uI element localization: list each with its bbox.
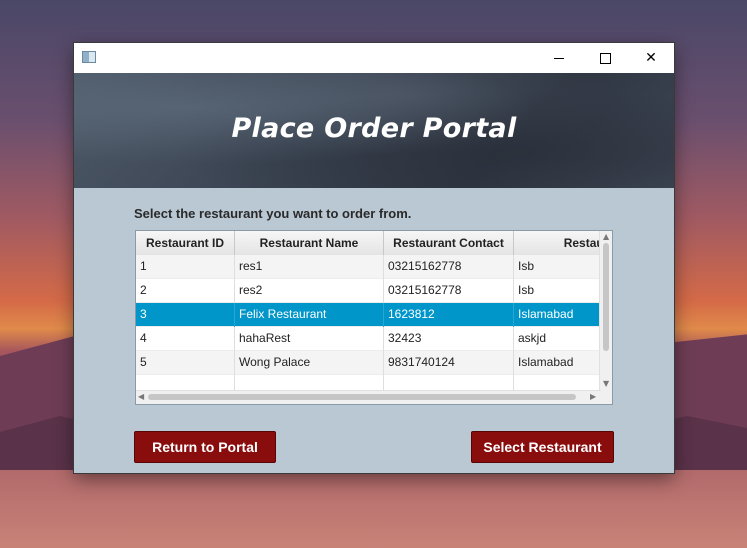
cell-address: askjd bbox=[514, 327, 601, 351]
scroll-down-icon[interactable]: ▼ bbox=[603, 379, 609, 389]
cell-empty bbox=[514, 375, 601, 391]
app-window: ✕ Place Order Portal Select the restaura… bbox=[74, 43, 674, 473]
cell-contact: 9831740124 bbox=[384, 351, 514, 375]
select-restaurant-button[interactable]: Select Restaurant bbox=[471, 431, 614, 463]
title-bar[interactable]: ✕ bbox=[74, 43, 674, 73]
cell-name: res1 bbox=[235, 255, 384, 279]
cell-contact: 03215162778 bbox=[384, 255, 514, 279]
cell-id: 3 bbox=[136, 303, 235, 327]
table-row[interactable]: 1 res1 03215162778 Isb bbox=[136, 255, 601, 279]
column-header-contact[interactable]: Restaurant Contact bbox=[384, 231, 514, 255]
cell-name: Felix Restaurant bbox=[235, 303, 384, 327]
cell-name: Wong Palace bbox=[235, 351, 384, 375]
scroll-up-icon[interactable]: ▲ bbox=[603, 232, 609, 242]
cell-contact: 32423 bbox=[384, 327, 514, 351]
cell-empty bbox=[136, 375, 235, 391]
scrollbar-corner bbox=[600, 391, 612, 404]
table-row[interactable]: 2 res2 03215162778 Isb bbox=[136, 279, 601, 303]
instruction-label: Select the restaurant you want to order … bbox=[134, 206, 412, 221]
maximize-button[interactable] bbox=[582, 43, 628, 73]
cell-address: Isb bbox=[514, 279, 601, 303]
page-title: Place Order Portal bbox=[231, 113, 517, 144]
cell-contact: 1623812 bbox=[384, 303, 514, 327]
cell-address: Islamabad bbox=[514, 303, 601, 327]
minimize-button[interactable] bbox=[536, 43, 582, 73]
column-header-name[interactable]: Restaurant Name bbox=[235, 231, 384, 255]
cell-name: hahaRest bbox=[235, 327, 384, 351]
table-row-empty bbox=[136, 375, 601, 391]
app-icon bbox=[82, 51, 96, 63]
horizontal-scrollbar[interactable]: ◀ ▶ bbox=[136, 390, 601, 404]
close-icon: ✕ bbox=[645, 50, 657, 66]
cell-address: Isb bbox=[514, 255, 601, 279]
cell-id: 4 bbox=[136, 327, 235, 351]
cell-id: 1 bbox=[136, 255, 235, 279]
header-banner: Place Order Portal bbox=[74, 73, 674, 188]
maximize-icon bbox=[599, 52, 611, 64]
cell-id: 2 bbox=[136, 279, 235, 303]
cell-id: 5 bbox=[136, 351, 235, 375]
column-header-address[interactable]: Restaurant Ad bbox=[514, 231, 601, 255]
table-viewport: Restaurant ID Restaurant Name Restaurant… bbox=[136, 231, 601, 391]
scroll-left-icon[interactable]: ◀ bbox=[138, 392, 144, 402]
horizontal-scroll-thumb[interactable] bbox=[148, 394, 576, 400]
vertical-scrollbar[interactable]: ▲ ▼ bbox=[599, 231, 612, 391]
table-row-selected[interactable]: 3 Felix Restaurant 1623812 Islamabad bbox=[136, 303, 601, 327]
cell-contact: 03215162778 bbox=[384, 279, 514, 303]
return-to-portal-button[interactable]: Return to Portal bbox=[134, 431, 276, 463]
scroll-right-icon[interactable]: ▶ bbox=[590, 392, 596, 402]
cell-empty bbox=[384, 375, 514, 391]
restaurant-table[interactable]: Restaurant ID Restaurant Name Restaurant… bbox=[135, 230, 613, 405]
vertical-scroll-thumb[interactable] bbox=[603, 243, 609, 351]
cell-empty bbox=[235, 375, 384, 391]
table-row[interactable]: 4 hahaRest 32423 askjd bbox=[136, 327, 601, 351]
table-row[interactable]: 5 Wong Palace 9831740124 Islamabad bbox=[136, 351, 601, 375]
cell-name: res2 bbox=[235, 279, 384, 303]
cell-address: Islamabad bbox=[514, 351, 601, 375]
column-header-id[interactable]: Restaurant ID bbox=[136, 231, 235, 255]
table-header: Restaurant ID Restaurant Name Restaurant… bbox=[136, 231, 601, 256]
background-lake bbox=[0, 470, 747, 548]
minimize-icon bbox=[554, 57, 564, 59]
close-button[interactable]: ✕ bbox=[628, 43, 674, 73]
